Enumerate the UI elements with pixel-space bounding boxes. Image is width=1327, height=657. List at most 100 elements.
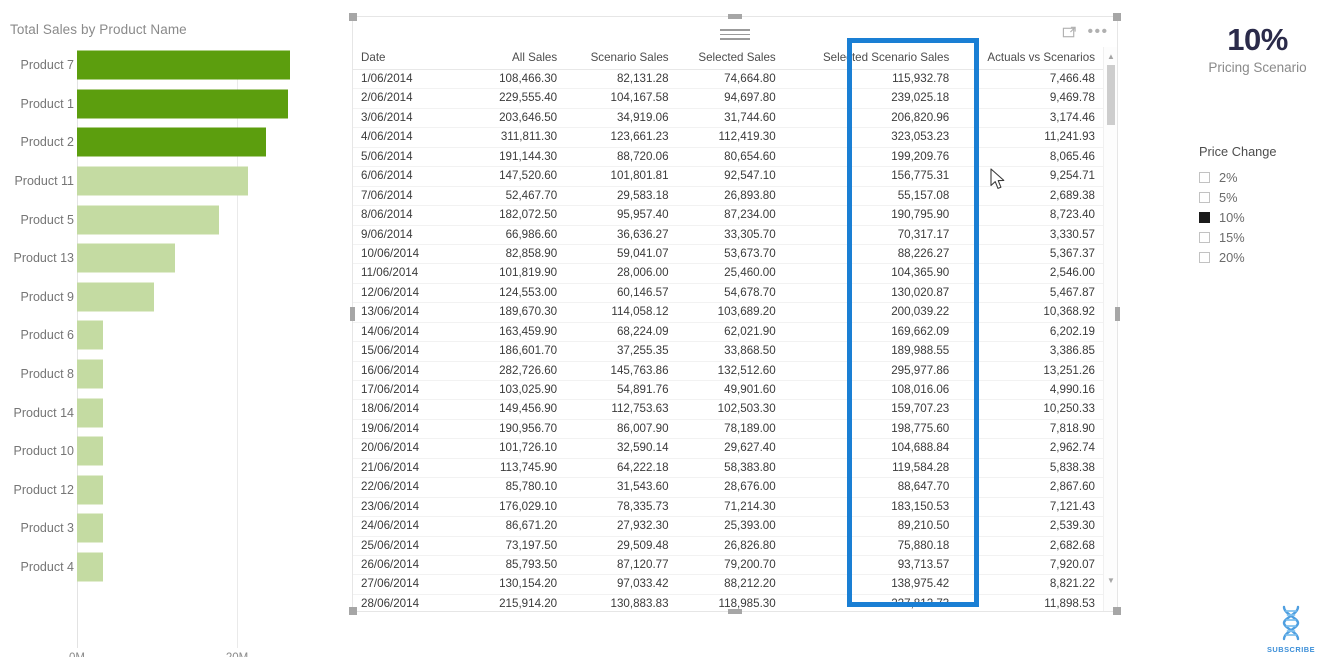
table-cell: 169,662.09 [783, 322, 958, 343]
resize-handle-bottom-right[interactable] [1113, 607, 1121, 615]
table-row[interactable]: 1/06/2014 108,466.30 82,131.28 74,664.80 115… [353, 69, 1103, 90]
table-row[interactable]: 9/06/2014 66,986.60 36,636.27 33,305.70 70,3… [353, 225, 1103, 245]
bar-row[interactable]: Product 13 [0, 239, 340, 278]
resize-handle-bottom-left[interactable] [349, 607, 357, 615]
table-row[interactable]: 5/06/2014 191,144.30 88,720.06 80,654.60 199… [353, 147, 1103, 168]
bar[interactable] [77, 475, 103, 505]
checkbox-icon[interactable] [1199, 171, 1210, 183]
column-header[interactable]: Selected Scenario Sales [783, 47, 958, 70]
column-header[interactable]: Scenario Sales [565, 47, 677, 70]
bar-row[interactable]: Product 8 [0, 355, 340, 394]
table-row[interactable]: 14/06/2014 163,459.90 68,224.09 62,021.90 16… [353, 322, 1103, 343]
bar-row[interactable]: Product 1 [0, 85, 340, 124]
scrollbar-thumb[interactable] [1107, 65, 1115, 125]
column-header[interactable]: Date [353, 47, 446, 70]
checkbox-icon[interactable] [1199, 191, 1210, 203]
slicer-item-10pct[interactable]: 10% [1199, 207, 1327, 227]
resize-handle-right[interactable] [1115, 307, 1120, 321]
bar-row[interactable]: Product 10 [0, 432, 340, 471]
table-row[interactable]: 16/06/2014 282,726.60 145,763.86 132,512.60… [353, 361, 1103, 382]
bar-row[interactable]: Product 11 [0, 162, 340, 201]
table-cell: 104,365.90 [783, 263, 958, 284]
table-cell: 190,795.90 [783, 205, 958, 226]
table-row[interactable]: 27/06/2014 130,154.20 97,033.42 88,212.20 13… [353, 574, 1103, 595]
drag-handle-icon[interactable] [720, 29, 750, 40]
table-row[interactable]: 22/06/2014 85,780.10 31,543.60 28,676.00 88,… [353, 477, 1103, 498]
slicer-item-2pct[interactable]: 2% [1199, 167, 1327, 187]
bar[interactable] [77, 320, 104, 350]
slicer-item-15pct[interactable]: 15% [1199, 227, 1327, 247]
bar[interactable] [77, 552, 103, 582]
bar-row[interactable]: Product 7 [0, 46, 340, 85]
bar-row[interactable]: Product 2 [0, 123, 340, 162]
bar[interactable] [77, 436, 103, 466]
subscribe-watermark[interactable]: SUBSCRIBE [1261, 605, 1321, 654]
resize-handle-top-right[interactable] [1113, 13, 1121, 21]
scroll-up-icon[interactable]: ▲ [1104, 49, 1118, 63]
table-row[interactable]: 10/06/2014 82,858.90 59,041.07 53,673.70 88,… [353, 244, 1103, 265]
kpi-label: Pricing Scenario [1208, 60, 1307, 75]
bar-chart-plot[interactable]: Product 7 Product 1 Product 2 Product 11 Pro… [0, 46, 340, 657]
table-row[interactable]: 25/06/2014 73,197.50 29,509.48 26,826.80 75,… [353, 536, 1103, 556]
checkbox-icon[interactable] [1199, 251, 1210, 263]
more-options-icon[interactable]: ••• [1088, 23, 1108, 41]
bar[interactable] [77, 127, 266, 157]
table-row[interactable]: 8/06/2014 182,072.50 95,957.40 87,234.00 190… [353, 205, 1103, 226]
table-row[interactable]: 19/06/2014 190,956.70 86,007.90 78,189.00 19… [353, 419, 1103, 440]
focus-mode-icon[interactable] [1060, 23, 1078, 41]
price-change-slicer[interactable]: Price Change 2% 5% 10% 15% 20% [1199, 144, 1327, 267]
bar[interactable] [77, 513, 103, 543]
slicer-item-20pct[interactable]: 20% [1199, 247, 1327, 267]
resize-handle-left[interactable] [350, 307, 355, 321]
table-cell: 9,254.71 [957, 166, 1103, 187]
bar-row[interactable]: Product 14 [0, 393, 340, 432]
table-row[interactable]: 2/06/2014 229,555.40 104,167.58 94,697.80 23… [353, 88, 1103, 109]
bar-chart-visual[interactable]: Total Sales by Product Name Product 7 Pro… [0, 14, 340, 657]
bar[interactable] [77, 359, 104, 389]
bar[interactable] [77, 243, 176, 273]
bar[interactable] [77, 205, 220, 235]
table-cell: 203,646.50 [445, 108, 566, 129]
table-row[interactable]: 18/06/2014 149,456.90 112,753.63 102,503.30… [353, 399, 1103, 420]
table-row[interactable]: 11/06/2014 101,819.90 28,006.00 25,460.00 10… [353, 263, 1103, 284]
table-row[interactable]: 17/06/2014 103,025.90 54,891.76 49,901.60 10… [353, 380, 1103, 401]
bar[interactable] [77, 50, 290, 80]
bar-row[interactable]: Product 3 [0, 509, 340, 548]
bar[interactable] [77, 89, 289, 119]
table-scroll-area[interactable]: Date All Sales Scenario Sales Selected Sale… [353, 47, 1103, 611]
table-row[interactable]: 13/06/2014 189,670.30 114,058.12 103,689.20… [353, 302, 1103, 323]
resize-handle-bottom[interactable] [728, 609, 742, 614]
table-row[interactable]: 15/06/2014 186,601.70 37,255.35 33,868.50 18… [353, 341, 1103, 362]
bar-row[interactable]: Product 6 [0, 316, 340, 355]
bar-row[interactable]: Product 5 [0, 200, 340, 239]
table-row[interactable]: 24/06/2014 86,671.20 27,932.30 25,393.00 89,… [353, 516, 1103, 537]
visual-actions: ••• [1060, 23, 1107, 41]
table-row[interactable]: 12/06/2014 124,553.00 60,146.57 54,678.70 13… [353, 283, 1103, 304]
bar[interactable] [77, 398, 103, 428]
table-row[interactable]: 21/06/2014 113,745.90 64,222.18 58,383.80 11… [353, 458, 1103, 479]
checkbox-icon[interactable] [1199, 211, 1210, 223]
bar[interactable] [77, 282, 154, 312]
bar-row[interactable]: Product 4 [0, 548, 340, 587]
table-cell: 189,670.30 [445, 302, 566, 323]
checkbox-icon[interactable] [1199, 231, 1210, 243]
table-vertical-scrollbar[interactable]: ▲ ▼ [1103, 47, 1117, 611]
scroll-down-icon[interactable]: ▼ [1104, 573, 1118, 587]
table-row[interactable]: 23/06/2014 176,029.10 78,335.73 71,214.30 18… [353, 497, 1103, 518]
bar-row[interactable]: Product 12 [0, 471, 340, 510]
table-cell: 78,189.00 [676, 419, 784, 440]
table-row[interactable]: 20/06/2014 101,726.10 32,590.14 29,627.40 10… [353, 438, 1103, 459]
resize-handle-top-left[interactable] [349, 13, 357, 21]
column-header[interactable]: All Sales [445, 47, 566, 70]
bar[interactable] [77, 166, 249, 196]
column-header[interactable]: Selected Sales [676, 47, 784, 70]
table-visual[interactable]: ••• Date All Sales Scenario Sales Selected … [349, 13, 1121, 615]
table-row[interactable]: 3/06/2014 203,646.50 34,919.06 31,744.60 206… [353, 108, 1103, 129]
bar-row[interactable]: Product 9 [0, 278, 340, 317]
resize-handle-top[interactable] [728, 14, 742, 19]
column-header[interactable]: Actuals vs Scenarios [957, 47, 1103, 70]
table-cell: 198,775.60 [783, 419, 958, 440]
slicer-item-5pct[interactable]: 5% [1199, 187, 1327, 207]
table-row[interactable]: 4/06/2014 311,811.30 123,661.23 112,419.30 3… [353, 127, 1103, 148]
table-row[interactable]: 26/06/2014 85,793.50 87,120.77 79,200.70 93,… [353, 555, 1103, 576]
